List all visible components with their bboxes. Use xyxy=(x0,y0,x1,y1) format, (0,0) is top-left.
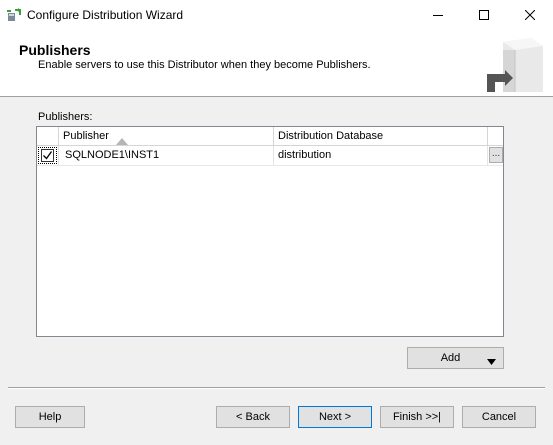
publisher-cell[interactable]: SQLNODE1\INST1 xyxy=(59,146,274,165)
window-title: Configure Distribution Wizard xyxy=(27,8,184,22)
column-header-publisher[interactable]: Publisher xyxy=(59,127,274,145)
maximize-icon xyxy=(479,10,489,20)
checkbox-column-header[interactable] xyxy=(37,127,59,145)
publisher-enable-cell xyxy=(37,146,59,165)
publishers-grid: Publisher Distribution Database SQLNODE1… xyxy=(36,126,504,337)
title-bar: Configure Distribution Wizard xyxy=(0,0,553,30)
table-row[interactable]: SQLNODE1\INST1 distribution ... xyxy=(37,146,503,166)
back-button[interactable]: < Back xyxy=(216,406,290,428)
wizard-header: Publishers Enable servers to use this Di… xyxy=(0,30,553,97)
finish-button[interactable]: Finish >>| xyxy=(380,406,454,428)
page-title: Publishers xyxy=(19,42,91,58)
add-button-label: Add xyxy=(440,352,461,364)
dropdown-arrow-icon xyxy=(487,356,496,368)
minimize-button[interactable] xyxy=(415,0,461,30)
help-button[interactable]: Help xyxy=(15,406,85,428)
browse-button[interactable]: ... xyxy=(489,147,503,163)
wizard-app-icon xyxy=(6,7,22,23)
page-subtitle: Enable servers to use this Distributor w… xyxy=(38,59,371,71)
grid-header: Publisher Distribution Database xyxy=(37,127,503,146)
publisher-enable-checkbox[interactable] xyxy=(41,149,54,162)
maximize-button[interactable] xyxy=(461,0,507,30)
add-button[interactable]: Add xyxy=(407,347,504,369)
close-button[interactable] xyxy=(507,0,553,30)
cancel-button[interactable]: Cancel xyxy=(462,406,536,428)
column-header-distribution-database-label: Distribution Database xyxy=(278,130,384,142)
column-header-publisher-label: Publisher xyxy=(63,130,109,142)
distribution-database-cell[interactable]: distribution xyxy=(274,146,488,165)
server-icon xyxy=(485,36,545,94)
next-button[interactable]: Next > xyxy=(298,406,372,428)
footer-separator xyxy=(8,387,545,389)
close-icon xyxy=(525,10,535,20)
minimize-icon xyxy=(433,10,443,20)
column-header-distribution-database[interactable]: Distribution Database xyxy=(274,127,488,145)
publishers-label: Publishers: xyxy=(38,111,93,123)
